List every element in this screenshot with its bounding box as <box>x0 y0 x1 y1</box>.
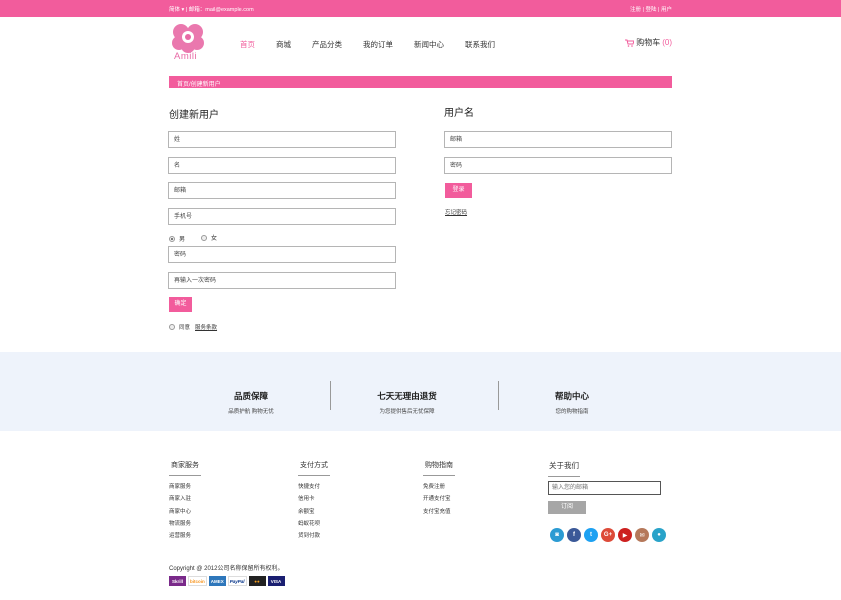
terms-link[interactable]: 服务条款 <box>195 323 217 331</box>
payment-methods: Skrill bitcoin AMEX PayPal ●● VISA <box>169 576 285 586</box>
male-radio[interactable] <box>169 235 175 242</box>
footer-link[interactable]: 货到付款 <box>298 530 320 542</box>
footer-link[interactable]: 商家服务 <box>169 481 191 493</box>
male-label: 男 <box>179 237 186 243</box>
nav-my-orders[interactable]: 我的订单 <box>363 39 393 50</box>
feature-title: 品质保障 <box>233 391 268 401</box>
nav-contact[interactable]: 联系我们 <box>465 39 495 50</box>
location-icon[interactable]: ● <box>652 528 666 542</box>
footer-link[interactable]: 运营服务 <box>169 530 191 542</box>
login-button[interactable]: 登录 <box>445 183 472 198</box>
bitcoin-logo-icon: bitcoin <box>188 576 207 586</box>
footer-merchant-list: 商家服务 商家入驻 商家中心 物流服务 运营服务 <box>169 481 191 542</box>
confirm-password-field[interactable] <box>168 272 396 289</box>
cart-label: 购物车 <box>636 38 661 47</box>
subscribe-email-input[interactable] <box>548 481 661 495</box>
nav-mall[interactable]: 商城 <box>276 39 291 50</box>
twitter-icon[interactable]: t <box>584 528 598 542</box>
footer-link[interactable]: 开通支付宝 <box>423 493 451 505</box>
gender-female-option[interactable]: 女 <box>201 233 217 242</box>
instagram-icon[interactable]: ◙ <box>550 528 564 542</box>
top-bar: 简体 ▾ | 邮箱：mail@example.com 注册 | 登陆 | 用户 <box>0 0 841 17</box>
feature-title: 帮助中心 <box>554 391 589 401</box>
gender-male-option[interactable]: 男 <box>169 234 185 243</box>
amex-logo-icon: AMEX <box>208 576 226 586</box>
footer-payment-title: 支付方式 <box>298 460 330 476</box>
visa-logo-icon: VISA <box>267 576 285 586</box>
youtube-icon[interactable]: ▶ <box>618 528 632 542</box>
login-email-field[interactable] <box>444 131 672 148</box>
footer-payment-list: 快捷支付 信用卡 余额宝 蚂蚁花呗 货到付款 <box>298 481 320 542</box>
register-submit-button[interactable]: 确定 <box>169 297 192 312</box>
feature-help: 帮助中心 您的购物指南 <box>487 390 657 415</box>
footer-link[interactable]: 余额宝 <box>298 506 320 518</box>
agree-radio[interactable] <box>169 324 175 330</box>
breadcrumb[interactable]: 首页/创建新用户 <box>169 76 672 88</box>
main-nav: 首页 商城 产品分类 我的订单 新闻中心 联系我们 <box>240 39 516 50</box>
cart-link[interactable]: 购物车 (0) <box>625 37 672 48</box>
footer-link[interactable]: 商家入驻 <box>169 493 191 505</box>
footer-link[interactable]: 商家中心 <box>169 506 191 518</box>
agree-terms-option[interactable]: 同意 服务条款 <box>169 323 217 331</box>
register-email-field[interactable] <box>168 182 396 199</box>
social-links: ◙ f t G+ ▶ ✉ ● <box>550 528 666 542</box>
agree-label: 同意 <box>179 325 191 331</box>
footer-guide-list: 免费注册 开通支付宝 支付宝充值 <box>423 481 451 518</box>
email-icon[interactable]: ✉ <box>635 528 649 542</box>
phone-field[interactable] <box>168 208 396 225</box>
language-email-info[interactable]: 简体 ▾ | 邮箱：mail@example.com <box>169 5 254 13</box>
feature-subtitle: 您的购物指南 <box>555 409 589 415</box>
given-name-field[interactable] <box>168 157 396 174</box>
facebook-icon[interactable]: f <box>567 528 581 542</box>
mastercard-logo-icon: ●● <box>248 576 266 586</box>
female-label: 女 <box>211 236 218 242</box>
footer-link[interactable]: 物流服务 <box>169 518 191 530</box>
footer-link[interactable]: 快捷支付 <box>298 481 320 493</box>
nav-news[interactable]: 新闻中心 <box>414 39 444 50</box>
feature-subtitle: 品质护航 购物无忧 <box>228 409 274 415</box>
footer-link[interactable]: 支付宝充值 <box>423 506 451 518</box>
cart-icon <box>625 39 635 47</box>
cart-count: (0) <box>662 38 672 47</box>
register-password-field[interactable] <box>168 246 396 263</box>
copyright-text: Copyright @ 2012公司名称保留所有权利。 <box>169 566 284 572</box>
google-plus-icon[interactable]: G+ <box>601 528 615 542</box>
login-password-field[interactable] <box>444 157 672 174</box>
footer-link[interactable]: 免费注册 <box>423 481 451 493</box>
account-links[interactable]: 注册 | 登陆 | 用户 <box>630 5 672 13</box>
feature-returns: 七天无理由退货 为您提供售后无忧保障 <box>322 390 492 415</box>
skrill-logo-icon: Skrill <box>169 576 186 586</box>
feature-subtitle: 为您提供售后无忧保障 <box>379 409 435 415</box>
forgot-password-link[interactable]: 忘记密码 <box>445 208 467 216</box>
footer-merchant-title: 商家服务 <box>169 460 201 476</box>
paypal-logo-icon: PayPal <box>227 576 247 586</box>
footer-link[interactable]: 蚂蚁花呗 <box>298 518 320 530</box>
subscribe-button[interactable]: 订阅 <box>548 501 586 514</box>
female-radio[interactable] <box>201 234 207 241</box>
login-title: 用户名 <box>444 108 474 119</box>
footer-link[interactable]: 信用卡 <box>298 493 320 505</box>
brand-name: Amili <box>174 51 198 62</box>
surname-field[interactable] <box>168 131 396 148</box>
register-title: 创建新用户 <box>169 110 219 121</box>
footer-about-title: 关于我们 <box>548 460 580 477</box>
feature-quality: 品质保障 品质护航 购物无忧 <box>166 390 336 415</box>
nav-home[interactable]: 首页 <box>240 39 255 50</box>
feature-title: 七天无理由退货 <box>377 391 437 401</box>
nav-categories[interactable]: 产品分类 <box>312 39 342 50</box>
footer-guide-title: 购物指南 <box>423 460 455 476</box>
